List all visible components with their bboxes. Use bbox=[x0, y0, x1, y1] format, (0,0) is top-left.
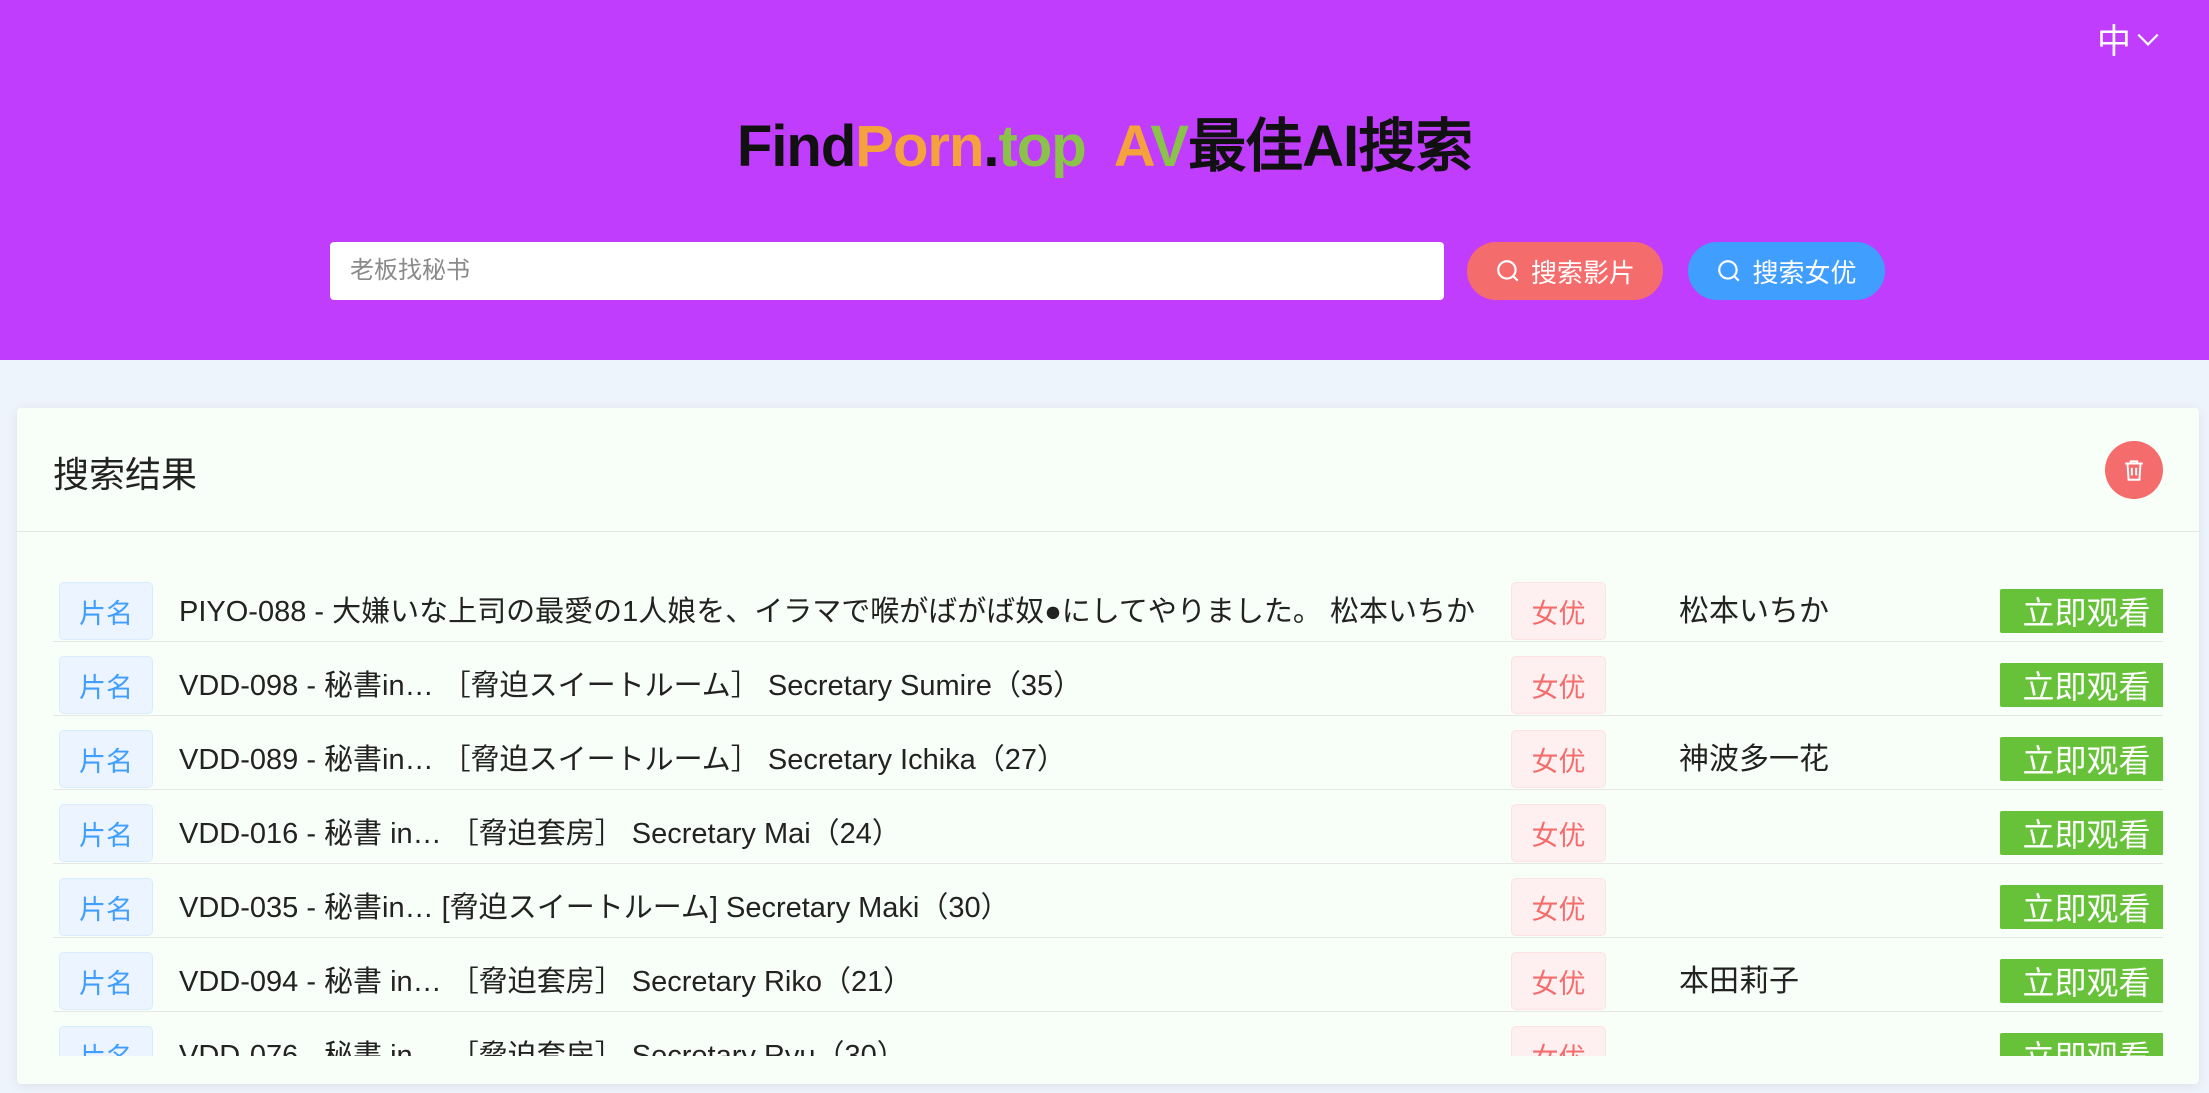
list-item: 片名 VDD-098 - 秘書in… ［脅迫スイートルーム］ Secretary… bbox=[53, 642, 2163, 716]
movie-title: VDD-098 - 秘書in… ［脅迫スイートルーム］ Secretary Su… bbox=[179, 670, 1083, 702]
actress-tag: 女优 bbox=[1511, 582, 1606, 640]
actress-name[interactable]: 神波多一花 bbox=[1679, 732, 1829, 788]
search-movie-label: 搜索影片 bbox=[1530, 257, 1635, 288]
movie-title: PIYO-088 - 大嫌いな上司の最愛の1人娘を、イラマで喉がばがば奴●にして… bbox=[179, 596, 1475, 628]
title-tag: 片名 bbox=[59, 730, 153, 788]
search-actress-label: 搜索女优 bbox=[1752, 257, 1857, 288]
actress-tag: 女优 bbox=[1511, 656, 1606, 714]
title-top: top bbox=[998, 114, 1087, 179]
results-card: 搜索结果 片名 PIYO-088 - 大嫌いな上司の最愛の1人娘を、イラマで喉が… bbox=[17, 408, 2199, 1084]
title-tag: 片名 bbox=[59, 804, 153, 862]
list-item: 片名 VDD-089 - 秘書in… ［脅迫スイートルーム］ Secretary… bbox=[53, 716, 2163, 790]
watch-now-button[interactable]: 立即观看 bbox=[2000, 589, 2163, 633]
movie-title: VDD-094 - 秘書 in… ［脅迫套房］ Secretary Riko（2… bbox=[179, 966, 913, 998]
actress-tag: 女优 bbox=[1511, 878, 1606, 936]
trash-icon bbox=[2125, 460, 2143, 481]
title-dot: . bbox=[983, 114, 999, 179]
list-item: 片名 PIYO-088 - 大嫌いな上司の最愛の1人娘を、イラマで喉がばがば奴●… bbox=[53, 568, 2163, 642]
language-label: 中 bbox=[2097, 23, 2131, 61]
results-list[interactable]: 片名 PIYO-088 - 大嫌いな上司の最愛の1人娘を、イラマで喉がばがば奴●… bbox=[53, 568, 2163, 1056]
actress-tag: 女优 bbox=[1511, 952, 1606, 1010]
watch-now-button[interactable]: 立即观看 bbox=[2000, 737, 2163, 781]
site-title: FindPorn.top AV最佳AI搜索 bbox=[0, 112, 2209, 182]
title-v: V bbox=[1150, 114, 1189, 179]
watch-now-button[interactable]: 立即观看 bbox=[2000, 1033, 2163, 1056]
title-tag: 片名 bbox=[59, 878, 153, 936]
search-icon bbox=[1497, 260, 1519, 282]
watch-now-button[interactable]: 立即观看 bbox=[2000, 811, 2163, 855]
actress-name[interactable]: 本田莉子 bbox=[1679, 954, 1799, 1010]
title-tag: 片名 bbox=[59, 952, 153, 1010]
search-icon bbox=[1718, 260, 1741, 282]
chevron-down-icon bbox=[2137, 33, 2159, 46]
title-find: Find bbox=[736, 114, 856, 179]
list-item: 片名 VDD-035 - 秘書in… [脅迫スイートルーム] Secretary… bbox=[53, 864, 2163, 938]
header: 中 FindPorn.top AV最佳AI搜索 搜索影片 搜索女优 bbox=[0, 0, 2209, 360]
actress-tag: 女优 bbox=[1511, 804, 1606, 862]
clear-results-button[interactable] bbox=[2105, 441, 2163, 499]
movie-title: VDD-089 - 秘書in… ［脅迫スイートルーム］ Secretary Ic… bbox=[179, 744, 1067, 776]
actress-tag: 女优 bbox=[1511, 730, 1606, 788]
divider bbox=[17, 531, 2199, 532]
watch-now-button[interactable]: 立即观看 bbox=[2000, 959, 2163, 1003]
movie-title: VDD-076 - 秘書 in… ［脅迫套房］ Secretary Ryu（30… bbox=[179, 1040, 906, 1056]
actress-name[interactable]: 松本いちか bbox=[1679, 584, 1829, 640]
title-tag: 片名 bbox=[59, 1026, 153, 1056]
search-actress-button[interactable]: 搜索女优 bbox=[1688, 242, 1885, 300]
actress-tag: 女优 bbox=[1511, 1026, 1606, 1056]
search-movie-button[interactable]: 搜索影片 bbox=[1467, 242, 1663, 300]
list-item: 片名 VDD-016 - 秘書 in… ［脅迫套房］ Secretary Mai… bbox=[53, 790, 2163, 864]
list-item: 片名 VDD-094 - 秘書 in… ［脅迫套房］ Secretary Rik… bbox=[53, 938, 2163, 1012]
title-rest: 最佳AI搜索 bbox=[1188, 114, 1473, 179]
search-input[interactable] bbox=[330, 242, 1444, 300]
list-item: 片名 VDD-076 - 秘書 in… ［脅迫套房］ Secretary Ryu… bbox=[53, 1012, 2163, 1056]
title-a: A bbox=[1113, 114, 1152, 179]
movie-title: VDD-016 - 秘書 in… ［脅迫套房］ Secretary Mai（24… bbox=[179, 818, 901, 850]
title-tag: 片名 bbox=[59, 656, 153, 714]
watch-now-button[interactable]: 立即观看 bbox=[2000, 663, 2163, 707]
language-switcher[interactable]: 中 bbox=[2097, 14, 2161, 63]
results-title: 搜索结果 bbox=[53, 454, 198, 495]
movie-title: VDD-035 - 秘書in… [脅迫スイートルーム] Secretary Ma… bbox=[179, 892, 1010, 924]
title-porn: Porn bbox=[855, 114, 984, 179]
title-tag: 片名 bbox=[59, 582, 153, 640]
watch-now-button[interactable]: 立即观看 bbox=[2000, 885, 2163, 929]
